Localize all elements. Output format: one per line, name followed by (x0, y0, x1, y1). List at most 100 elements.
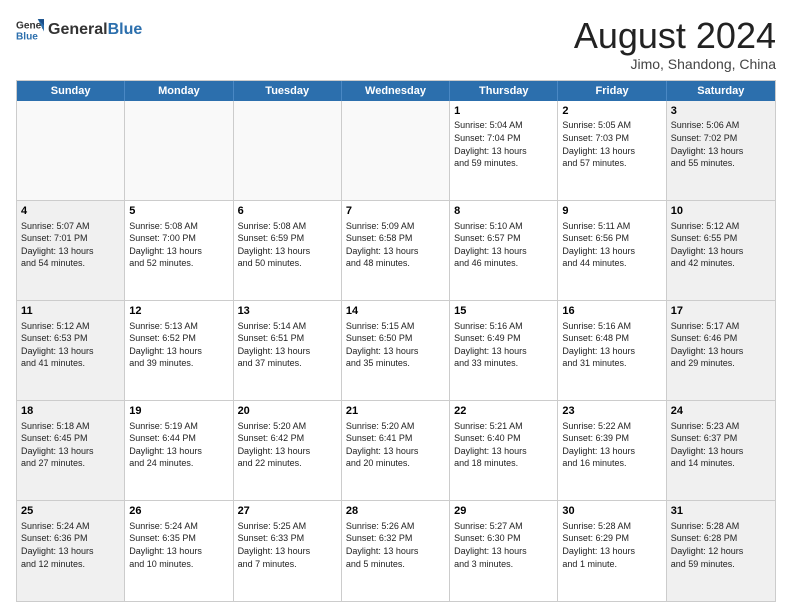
cell-daylight-info: Sunrise: 5:24 AM Sunset: 6:36 PM Dayligh… (21, 521, 94, 569)
cell-daylight-info: Sunrise: 5:28 AM Sunset: 6:28 PM Dayligh… (671, 521, 744, 569)
calendar-cell: 8 Sunrise: 5:10 AM Sunset: 6:57 PM Daylig… (450, 201, 558, 300)
cell-daylight-info: Sunrise: 5:08 AM Sunset: 6:59 PM Dayligh… (238, 221, 311, 269)
day-number: 4 (21, 204, 120, 219)
month-title: August 2024 (574, 16, 776, 56)
day-number: 17 (671, 304, 771, 319)
day-number: 19 (129, 404, 228, 419)
calendar-cell: 17 Sunrise: 5:17 AM Sunset: 6:46 PM Dayli… (667, 301, 775, 400)
day-number: 15 (454, 304, 553, 319)
day-number: 21 (346, 404, 445, 419)
cell-daylight-info: Sunrise: 5:28 AM Sunset: 6:29 PM Dayligh… (562, 521, 635, 569)
calendar-header: SundayMondayTuesdayWednesdayThursdayFrid… (17, 81, 775, 101)
calendar-week-row: 4 Sunrise: 5:07 AM Sunset: 7:01 PM Daylig… (17, 201, 775, 301)
cell-daylight-info: Sunrise: 5:25 AM Sunset: 6:33 PM Dayligh… (238, 521, 311, 569)
svg-text:Blue: Blue (16, 31, 38, 42)
calendar-cell: 6Sunrise: 5:08 AM Sunset: 6:59 PM Daylig… (234, 201, 342, 300)
calendar-cell: 18 Sunrise: 5:18 AM Sunset: 6:45 PM Dayli… (17, 401, 125, 500)
calendar-cell: 5 Sunrise: 5:08 AM Sunset: 7:00 PM Daylig… (125, 201, 233, 300)
calendar-week-row: 25 Sunrise: 5:24 AM Sunset: 6:36 PM Dayli… (17, 501, 775, 601)
weekday-header: Sunday (17, 81, 125, 101)
day-number: 25 (21, 504, 120, 519)
calendar-cell: 7Sunrise: 5:09 AM Sunset: 6:58 PM Daylig… (342, 201, 450, 300)
calendar-cell: 19 Sunrise: 5:19 AM Sunset: 6:44 PM Dayli… (125, 401, 233, 500)
calendar-cell: 1Sunrise: 5:04 AM Sunset: 7:04 PM Daylig… (450, 101, 558, 200)
calendar: SundayMondayTuesdayWednesdayThursdayFrid… (16, 80, 776, 602)
day-number: 26 (129, 504, 228, 519)
day-number: 3 (671, 104, 771, 119)
page: General Blue General Blue August 2024 Ji… (0, 0, 792, 612)
calendar-cell (342, 101, 450, 200)
day-number: 9 (562, 204, 661, 219)
calendar-body: 1Sunrise: 5:04 AM Sunset: 7:04 PM Daylig… (17, 101, 775, 601)
logo-icon: General Blue (16, 16, 44, 44)
calendar-cell: 14 Sunrise: 5:15 AM Sunset: 6:50 PM Dayli… (342, 301, 450, 400)
cell-daylight-info: Sunrise: 5:20 AM Sunset: 6:41 PM Dayligh… (346, 421, 419, 469)
cell-daylight-info: Sunrise: 5:17 AM Sunset: 6:46 PM Dayligh… (671, 321, 744, 369)
weekday-header: Thursday (450, 81, 558, 101)
day-number: 27 (238, 504, 337, 519)
cell-daylight-info: Sunrise: 5:24 AM Sunset: 6:35 PM Dayligh… (129, 521, 202, 569)
cell-daylight-info: Sunrise: 5:21 AM Sunset: 6:40 PM Dayligh… (454, 421, 527, 469)
cell-daylight-info: Sunrise: 5:23 AM Sunset: 6:37 PM Dayligh… (671, 421, 744, 469)
day-number: 23 (562, 404, 661, 419)
day-number: 11 (21, 304, 120, 319)
calendar-week-row: 11 Sunrise: 5:12 AM Sunset: 6:53 PM Dayli… (17, 301, 775, 401)
day-number: 12 (129, 304, 228, 319)
cell-daylight-info: Sunrise: 5:06 AM Sunset: 7:02 PM Dayligh… (671, 120, 744, 168)
calendar-cell: 4 Sunrise: 5:07 AM Sunset: 7:01 PM Daylig… (17, 201, 125, 300)
cell-daylight-info: Sunrise: 5:26 AM Sunset: 6:32 PM Dayligh… (346, 521, 419, 569)
cell-daylight-info: Sunrise: 5:05 AM Sunset: 7:03 PM Dayligh… (562, 120, 635, 168)
calendar-cell (125, 101, 233, 200)
logo-general: General (48, 21, 108, 39)
cell-daylight-info: Sunrise: 5:18 AM Sunset: 6:45 PM Dayligh… (21, 421, 94, 469)
calendar-cell: 9 Sunrise: 5:11 AM Sunset: 6:56 PM Daylig… (558, 201, 666, 300)
day-number: 18 (21, 404, 120, 419)
day-number: 29 (454, 504, 553, 519)
calendar-cell: 26 Sunrise: 5:24 AM Sunset: 6:35 PM Dayli… (125, 501, 233, 601)
calendar-cell: 10Sunrise: 5:12 AM Sunset: 6:55 PM Dayli… (667, 201, 775, 300)
weekday-header: Friday (558, 81, 666, 101)
location: Jimo, Shandong, China (574, 56, 776, 72)
day-number: 1 (454, 104, 553, 119)
cell-daylight-info: Sunrise: 5:07 AM Sunset: 7:01 PM Dayligh… (21, 221, 94, 269)
cell-daylight-info: Sunrise: 5:15 AM Sunset: 6:50 PM Dayligh… (346, 321, 419, 369)
weekday-header: Wednesday (342, 81, 450, 101)
day-number: 2 (562, 104, 661, 119)
cell-daylight-info: Sunrise: 5:11 AM Sunset: 6:56 PM Dayligh… (562, 221, 635, 269)
calendar-cell: 15Sunrise: 5:16 AM Sunset: 6:49 PM Dayli… (450, 301, 558, 400)
cell-daylight-info: Sunrise: 5:16 AM Sunset: 6:48 PM Dayligh… (562, 321, 635, 369)
cell-daylight-info: Sunrise: 5:10 AM Sunset: 6:57 PM Dayligh… (454, 221, 527, 269)
cell-daylight-info: Sunrise: 5:12 AM Sunset: 6:53 PM Dayligh… (21, 321, 94, 369)
calendar-cell: 31 Sunrise: 5:28 AM Sunset: 6:28 PM Dayli… (667, 501, 775, 601)
day-number: 22 (454, 404, 553, 419)
calendar-cell: 28Sunrise: 5:26 AM Sunset: 6:32 PM Dayli… (342, 501, 450, 601)
header: General Blue General Blue August 2024 Ji… (16, 16, 776, 72)
day-number: 31 (671, 504, 771, 519)
calendar-cell: 11 Sunrise: 5:12 AM Sunset: 6:53 PM Dayli… (17, 301, 125, 400)
cell-daylight-info: Sunrise: 5:12 AM Sunset: 6:55 PM Dayligh… (671, 221, 744, 269)
logo-blue: Blue (108, 21, 143, 39)
calendar-cell: 25 Sunrise: 5:24 AM Sunset: 6:36 PM Dayli… (17, 501, 125, 601)
cell-daylight-info: Sunrise: 5:09 AM Sunset: 6:58 PM Dayligh… (346, 221, 419, 269)
cell-daylight-info: Sunrise: 5:27 AM Sunset: 6:30 PM Dayligh… (454, 521, 527, 569)
logo-text: General Blue (48, 21, 142, 39)
calendar-cell: 21 Sunrise: 5:20 AM Sunset: 6:41 PM Dayli… (342, 401, 450, 500)
title-area: August 2024 Jimo, Shandong, China (574, 16, 776, 72)
day-number: 5 (129, 204, 228, 219)
cell-daylight-info: Sunrise: 5:19 AM Sunset: 6:44 PM Dayligh… (129, 421, 202, 469)
calendar-cell (234, 101, 342, 200)
day-number: 24 (671, 404, 771, 419)
logo: General Blue General Blue (16, 16, 142, 44)
weekday-header: Monday (125, 81, 233, 101)
calendar-cell: 30Sunrise: 5:28 AM Sunset: 6:29 PM Dayli… (558, 501, 666, 601)
calendar-cell: 27 Sunrise: 5:25 AM Sunset: 6:33 PM Dayli… (234, 501, 342, 601)
calendar-cell: 29 Sunrise: 5:27 AM Sunset: 6:30 PM Dayli… (450, 501, 558, 601)
calendar-cell: 20Sunrise: 5:20 AM Sunset: 6:42 PM Dayli… (234, 401, 342, 500)
calendar-week-row: 18 Sunrise: 5:18 AM Sunset: 6:45 PM Dayli… (17, 401, 775, 501)
day-number: 8 (454, 204, 553, 219)
day-number: 16 (562, 304, 661, 319)
calendar-cell: 12Sunrise: 5:13 AM Sunset: 6:52 PM Dayli… (125, 301, 233, 400)
cell-daylight-info: Sunrise: 5:04 AM Sunset: 7:04 PM Dayligh… (454, 120, 527, 168)
cell-daylight-info: Sunrise: 5:08 AM Sunset: 7:00 PM Dayligh… (129, 221, 202, 269)
day-number: 14 (346, 304, 445, 319)
